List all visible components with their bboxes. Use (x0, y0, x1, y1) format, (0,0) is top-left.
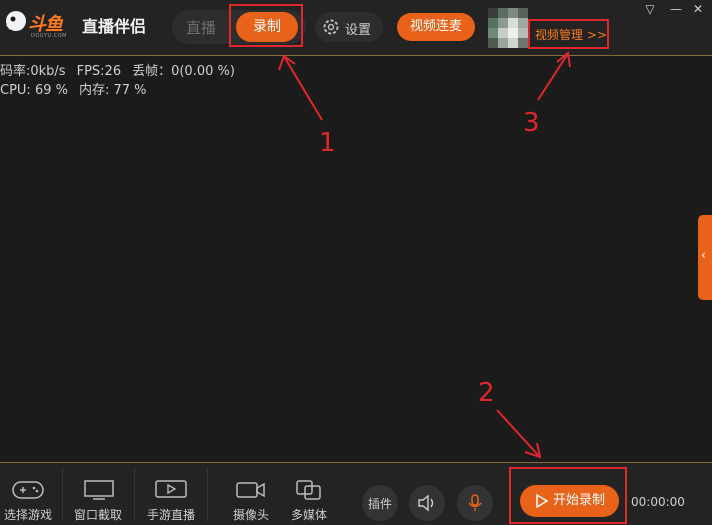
microphone-button[interactable] (457, 485, 493, 521)
mobile-live-label: 手游直播 (146, 508, 195, 522)
arrow-3 (537, 54, 568, 101)
multimedia-label: 多媒体 (290, 508, 327, 522)
annotation-3: 3 (523, 108, 540, 138)
arrow-1 (284, 57, 323, 121)
multimedia-button[interactable]: 多媒体 (282, 463, 336, 525)
highlight-box-start (509, 467, 627, 524)
speaker-icon (418, 494, 434, 512)
camera-label: 摄像头 (232, 508, 269, 522)
annotation-1: 1 (319, 128, 336, 158)
camera-icon (236, 482, 265, 498)
select-game-button[interactable]: 选择游戏 (0, 463, 56, 525)
window-capture-label: 窗口截取 (73, 508, 122, 522)
window-capture-button[interactable]: 窗口截取 (70, 463, 126, 525)
multimedia-icon (296, 480, 321, 500)
mobile-live-button[interactable]: 手游直播 (142, 463, 200, 525)
phone-screen-icon (155, 480, 187, 498)
plugin-label: 插件 (367, 497, 392, 511)
camera-button[interactable]: 摄像头 (222, 463, 280, 525)
monitor-icon (84, 480, 114, 500)
gamepad-icon (12, 481, 44, 499)
annotation-2: 2 (478, 378, 495, 408)
annotation-arrows (278, 51, 571, 459)
plugin-button[interactable]: 插件 (362, 485, 398, 521)
arrow-2 (496, 409, 539, 456)
microphone-icon (468, 494, 482, 511)
select-game-label: 选择游戏 (3, 508, 52, 522)
volume-button[interactable] (409, 485, 445, 521)
record-timer: 00:00:00 (631, 495, 685, 509)
